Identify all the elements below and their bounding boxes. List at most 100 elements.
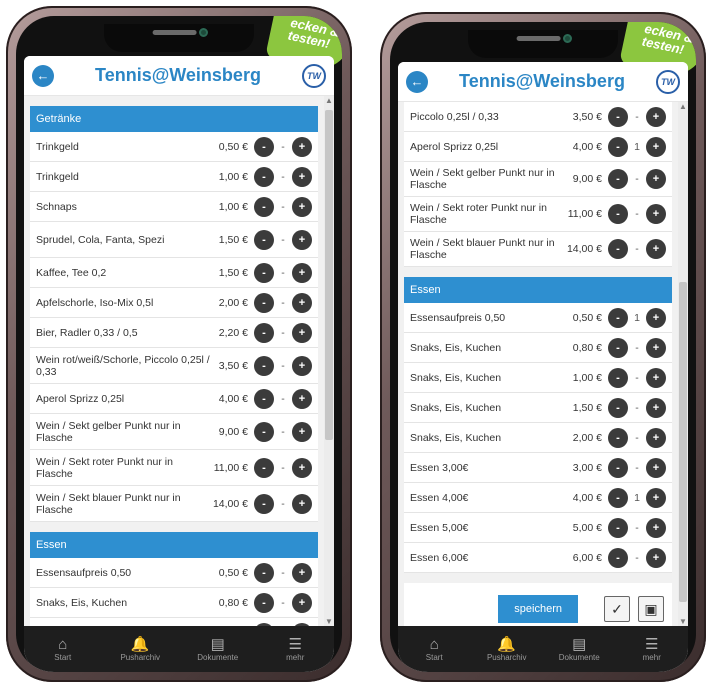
item-quantity: -: [281, 596, 285, 609]
decrement-button[interactable]: -: [254, 493, 274, 514]
decrement-button[interactable]: -: [608, 204, 628, 224]
tab-label: Dokumente: [197, 653, 239, 662]
decrement-button[interactable]: -: [254, 322, 274, 343]
increment-button[interactable]: +: [646, 106, 666, 127]
list-item: Essen 6,00€ 6,00 € - - +: [404, 543, 672, 573]
decrement-button[interactable]: -: [608, 487, 628, 508]
tab-pusharchiv[interactable]: 🔔 Pusharchiv: [471, 626, 544, 672]
tab-label: Start: [54, 653, 72, 662]
item-name: Trinkgeld: [36, 140, 79, 153]
speaker-grille: [152, 30, 197, 35]
increment-button[interactable]: +: [292, 196, 312, 217]
tab-dokumente[interactable]: ▤ Dokumente: [179, 626, 257, 672]
decrement-button[interactable]: -: [608, 397, 628, 418]
increment-button[interactable]: +: [292, 493, 312, 514]
decrement-button[interactable]: -: [254, 592, 274, 613]
receipt-icon[interactable]: ▣: [638, 596, 664, 622]
list-item: Snaks, Eis, Kuchen1,00 €--+: [30, 618, 318, 626]
increment-button[interactable]: +: [292, 388, 312, 409]
increment-button[interactable]: +: [646, 457, 666, 478]
increment-button[interactable]: +: [646, 239, 666, 259]
section-header: Essen: [404, 277, 672, 303]
list-item: Wein rot/weiß/Schorle, Piccolo 0,25l / 0…: [30, 348, 318, 384]
item-price: 4,00 €: [572, 140, 602, 153]
tab-label: Start: [425, 653, 443, 662]
increment-button[interactable]: +: [646, 307, 666, 328]
decrement-button[interactable]: -: [254, 421, 274, 442]
increment-button[interactable]: +: [292, 592, 312, 613]
increment-button[interactable]: +: [292, 166, 312, 187]
tab-start[interactable]: ⌂ Start: [398, 626, 471, 672]
increment-button[interactable]: +: [292, 322, 312, 343]
tab-mehr[interactable]: ☰ mehr: [257, 626, 335, 672]
scroll-up-arrow[interactable]: ▲: [678, 102, 688, 111]
decrement-button[interactable]: -: [254, 166, 274, 187]
increment-button[interactable]: +: [646, 397, 666, 418]
list-item: Snaks, Eis, Kuchen 0,80 € - - +: [30, 588, 318, 618]
list-item: Wein / Sekt roter Punkt nur in Flasche 11…: [404, 197, 672, 232]
decrement-button[interactable]: -: [608, 427, 628, 448]
decrement-button[interactable]: -: [608, 106, 628, 127]
decrement-button[interactable]: -: [254, 355, 274, 376]
product-list[interactable]: Piccolo 0,25l / 0,33 3,50 € - - + Aperol Spri…: [398, 102, 678, 626]
item-quantity: -: [635, 521, 639, 534]
scroll-up-arrow[interactable]: ▲: [324, 96, 334, 105]
increment-button[interactable]: +: [646, 367, 666, 388]
increment-button[interactable]: +: [292, 292, 312, 313]
item-quantity: -: [635, 173, 639, 185]
scrollbar[interactable]: ▲ ▼: [678, 102, 688, 626]
phone-notch: [468, 30, 618, 58]
back-button[interactable]: ←: [32, 64, 54, 87]
tab-dokumente[interactable]: ▤ Dokumente: [543, 626, 616, 672]
increment-button[interactable]: +: [292, 262, 312, 283]
decrement-button[interactable]: -: [608, 136, 628, 157]
increment-button[interactable]: +: [646, 169, 666, 189]
scroll-thumb[interactable]: [325, 110, 333, 440]
increment-button[interactable]: +: [646, 337, 666, 358]
increment-button[interactable]: +: [646, 547, 666, 568]
club-logo-icon[interactable]: TW: [302, 63, 326, 88]
product-list[interactable]: Getränke Trinkgeld 0,50 € - - + Trinkgeld 1,00 …: [24, 96, 324, 626]
scroll-down-arrow[interactable]: ▼: [324, 617, 334, 626]
tab-start[interactable]: ⌂ Start: [24, 626, 102, 672]
decrement-button[interactable]: -: [254, 229, 274, 250]
decrement-button[interactable]: -: [608, 547, 628, 568]
increment-button[interactable]: +: [646, 427, 666, 448]
increment-button[interactable]: +: [292, 136, 312, 157]
decrement-button[interactable]: -: [608, 367, 628, 388]
decrement-button[interactable]: -: [254, 457, 274, 478]
increment-button[interactable]: +: [292, 562, 312, 583]
tab-label: Pusharchiv: [120, 653, 161, 662]
confirm-check-icon[interactable]: ✓: [604, 596, 630, 622]
decrement-button[interactable]: -: [254, 562, 274, 583]
save-button[interactable]: speichern: [498, 595, 578, 623]
scrollbar[interactable]: ▲ ▼: [324, 96, 334, 626]
decrement-button[interactable]: -: [608, 517, 628, 538]
decrement-button[interactable]: -: [254, 388, 274, 409]
back-button[interactable]: ←: [406, 70, 428, 93]
scroll-down-arrow[interactable]: ▼: [678, 617, 688, 626]
increment-button[interactable]: +: [646, 517, 666, 538]
decrement-button[interactable]: -: [608, 457, 628, 478]
increment-button[interactable]: +: [646, 487, 666, 508]
decrement-button[interactable]: -: [254, 196, 274, 217]
decrement-button[interactable]: -: [254, 262, 274, 283]
tab-mehr[interactable]: ☰ mehr: [616, 626, 689, 672]
increment-button[interactable]: +: [292, 355, 312, 376]
increment-button[interactable]: +: [292, 421, 312, 442]
decrement-button[interactable]: -: [608, 307, 628, 328]
decrement-button[interactable]: -: [254, 136, 274, 157]
increment-button[interactable]: +: [646, 136, 666, 157]
increment-button[interactable]: +: [292, 457, 312, 478]
tab-pusharchiv[interactable]: 🔔 Pusharchiv: [102, 626, 180, 672]
decrement-button[interactable]: -: [608, 239, 628, 259]
decrement-button[interactable]: -: [608, 169, 628, 189]
item-price: 3,00 €: [572, 461, 602, 474]
decrement-button[interactable]: -: [254, 292, 274, 313]
decrement-button[interactable]: -: [608, 337, 628, 358]
increment-button[interactable]: +: [292, 229, 312, 250]
item-name: Snaks, Eis, Kuchen: [36, 596, 128, 609]
scroll-thumb[interactable]: [679, 282, 687, 602]
club-logo-icon[interactable]: TW: [656, 69, 680, 94]
increment-button[interactable]: +: [646, 204, 666, 224]
